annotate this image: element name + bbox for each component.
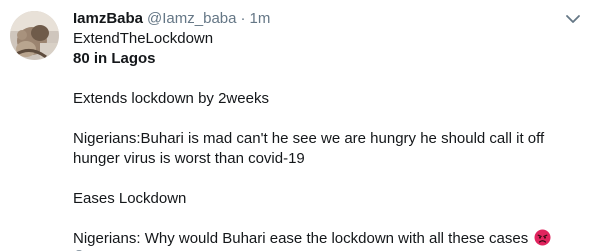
avatar-image <box>10 11 59 60</box>
tweet-card[interactable]: IamzBaba @Iamz_baba · 1m ExtendTheLockdown … <box>0 0 594 251</box>
reply-icon[interactable] <box>73 245 85 251</box>
avatar[interactable] <box>10 11 59 60</box>
case-count-line: 80 in Lagos <box>73 50 156 67</box>
eases-line: Eases Lockdown <box>73 190 187 207</box>
nigerians-reaction-line-2: Nigerians: Why would Buhari ease the loc… <box>73 230 529 247</box>
nigerians-reaction-line-1: Nigerians:Buhari is mad can't he see we … <box>73 130 545 167</box>
angry-face-emoji <box>534 229 551 246</box>
chevron-down-icon[interactable] <box>565 12 581 24</box>
nigerians-reaction-line-2-row: Nigerians: Why would Buhari ease the loc… <box>73 229 583 249</box>
timestamp[interactable]: 1m <box>249 10 270 27</box>
tweet-text: ExtendTheLockdown 80 in Lagos Extends lo… <box>73 29 583 249</box>
extends-line: Extends lockdown by 2weeks <box>73 90 269 107</box>
display-name[interactable]: IamzBaba <box>73 10 143 27</box>
hashtag-line: ExtendTheLockdown <box>73 30 214 47</box>
tweet-header: IamzBaba @Iamz_baba · 1m <box>73 9 270 29</box>
user-handle[interactable]: @Iamz_baba <box>147 10 236 27</box>
separator-dot: · <box>240 10 246 27</box>
